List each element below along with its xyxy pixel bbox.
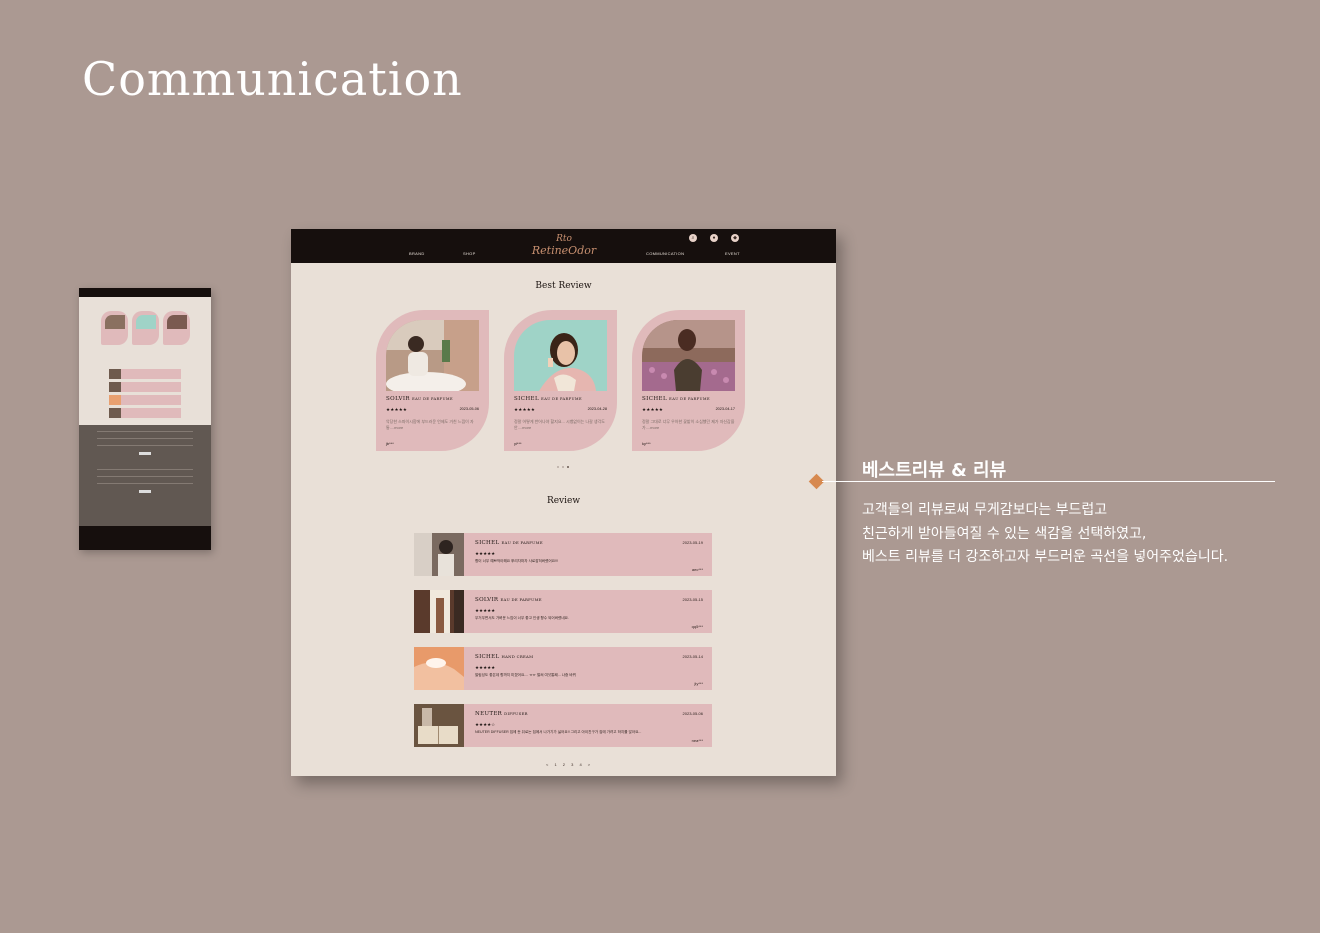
thumbnail-card xyxy=(131,311,159,345)
review-thumb xyxy=(414,533,464,576)
review-text: 발림성도 좋은데 향까지 미쳤어요.... ㅠㅠ 벌써 여섯통째... 나중 바… xyxy=(475,673,576,677)
review-thumb xyxy=(414,647,464,690)
full-page-thumbnail xyxy=(79,288,211,550)
review-date: 2023-05-15 xyxy=(682,597,703,602)
product-name: SOLVIR EAU DE PARFUME xyxy=(386,396,453,402)
nav-communication[interactable]: COMMUNICATION xyxy=(646,251,684,256)
nav-shop[interactable]: SHOP xyxy=(463,251,476,256)
cart-icon[interactable]: ◆ xyxy=(731,234,739,242)
reviewer-id: qq5*** xyxy=(691,624,703,629)
review-thumb xyxy=(414,590,464,633)
product-name: SOLVIR EAU DE PARFUME xyxy=(475,597,542,603)
page-mockup: BRAND SHOP Rto RetineOdor COMMUNICATION … xyxy=(291,229,836,776)
review-date: 2023-05-06 xyxy=(459,407,479,411)
reviewer-id: jiy*** xyxy=(694,681,703,686)
reviewer-id: ky*** xyxy=(642,441,651,446)
nav-brand[interactable]: BRAND xyxy=(409,251,425,256)
thumbnail-footer xyxy=(79,526,211,550)
review-text: NEUTER DIFFUSER 집에 둔 뒤로는 집에서 나가기가 싫어요!! … xyxy=(475,730,642,734)
user-icon[interactable]: ● xyxy=(710,234,718,242)
carousel-dot-active[interactable] xyxy=(567,466,569,468)
logo-text: RetineOdor xyxy=(531,244,597,257)
carousel-dot[interactable] xyxy=(562,466,564,468)
carousel-dots[interactable] xyxy=(557,466,569,468)
annotation-body: 고객들의 리뷰로써 무게감보다는 부드럽고 친근하게 받아들여질 수 있는 색감… xyxy=(862,499,1228,570)
annotation-line-2: 친근하게 받아들여질 수 있는 색감을 선택하였고, xyxy=(862,525,1147,542)
thumbnail-row xyxy=(109,408,181,418)
rating-stars: ★★★★★ xyxy=(386,407,408,412)
review-photo xyxy=(386,320,479,391)
review-date: 2023-05-14 xyxy=(682,654,703,659)
thumbnail-row xyxy=(109,382,181,392)
review-text: 정말 어떻게 반어나야 할지요... 시뱅없이는 나갈 생각도 안....mor… xyxy=(514,419,605,430)
reviewer-id: jb*** xyxy=(386,441,394,446)
review-row[interactable]: SICHEL HAND CREAM ★★★★★ 발림성도 좋은데 향까지 미쳤어… xyxy=(414,647,712,690)
logo[interactable]: Rto RetineOdor xyxy=(529,235,599,257)
review-thumb xyxy=(414,704,464,747)
review-photo xyxy=(514,320,607,391)
best-review-card[interactable]: SICHEL EAU DE PARFUME ★★★★★ 2023-04-17 정… xyxy=(632,310,745,451)
review-text: 악당한 스파이시함에 부드러운 언제도 거친 느낌이 자통....more xyxy=(386,419,474,430)
thumbnail-card xyxy=(100,311,128,345)
review-row[interactable]: SOLVIR EAU DE PARFUME ★★★★★ 무거우면서도 가벼운 느… xyxy=(414,590,712,633)
reviewer-id: nea*** xyxy=(691,738,703,743)
top-nav: BRAND SHOP Rto RetineOdor COMMUNICATION … xyxy=(291,229,836,263)
review-row[interactable]: NEUTER DIFFUSER ★★★★☆ NEUTER DIFFUSER 집에… xyxy=(414,704,712,747)
rating-stars: ★★★★★ xyxy=(475,665,496,670)
best-review-card[interactable]: SOLVIR EAU DE PARFUME ★★★★★ 2023-05-06 악… xyxy=(376,310,489,451)
rating-stars: ★★★★☆ xyxy=(475,722,496,727)
thumbnail-best-cards xyxy=(79,311,211,345)
page-heading: Communication xyxy=(82,52,463,106)
pagination[interactable]: < 1 2 3 4 > xyxy=(546,762,593,767)
product-name: SICHEL EAU DE PARFUME xyxy=(642,396,711,402)
review-text: 정말 그대로 너무 우아한 꽃밭이 소심했던 제가 자신감을 가....more xyxy=(642,419,735,430)
annotation-title: 베스트리뷰 & 리뷰 xyxy=(862,460,1007,481)
logo-mark: Rto xyxy=(556,234,572,244)
review-date: 2023-05-19 xyxy=(682,540,703,545)
carousel-dot[interactable] xyxy=(557,466,559,468)
best-review-title: Best Review xyxy=(535,281,592,291)
rating-stars: ★★★★★ xyxy=(514,407,536,412)
rating-stars: ★★★★★ xyxy=(642,407,664,412)
product-name: SICHEL HAND CREAM xyxy=(475,654,534,660)
thumbnail-row xyxy=(109,395,181,405)
reviewer-id: aec*** xyxy=(691,567,703,572)
product-name: NEUTER DIFFUSER xyxy=(475,711,528,717)
thumbnail-nav xyxy=(79,288,211,297)
thumbnail-row xyxy=(109,369,181,379)
search-icon[interactable]: ⌕ xyxy=(689,234,697,242)
best-review-card[interactable]: SICHEL EAU DE PARFUME ★★★★★ 2023-04-28 정… xyxy=(504,310,617,451)
review-date: 2023-04-17 xyxy=(715,407,735,411)
review-photo xyxy=(642,320,735,391)
rating-stars: ★★★★★ xyxy=(475,608,496,613)
review-date: 2023-05-06 xyxy=(682,711,703,716)
nav-event[interactable]: EVENT xyxy=(725,251,740,256)
product-name: SICHEL EAU DE PARFUME xyxy=(475,540,543,546)
review-text: 무거우면서도 가벼운 느낌이 너무 좋고 인생 향수 되어버렸네요. xyxy=(475,616,569,620)
review-text: 향이 너무 예쁘작아해요 뿌리자마자 사로잡혀버렸어요!!! xyxy=(475,559,559,563)
reviewer-id: yi*** xyxy=(514,441,522,446)
review-row[interactable]: SICHEL EAU DE PARFUME ★★★★★ 향이 너무 예쁘작아해요… xyxy=(414,533,712,576)
review-title: Review xyxy=(546,496,581,506)
review-date: 2023-04-28 xyxy=(587,407,607,411)
annotation-line-3: 베스트 리뷰를 더 강조하고자 부드러운 곡선을 넣어주었습니다. xyxy=(862,549,1229,565)
annotation-line-1: 고객들의 리뷰로써 무게감보다는 부드럽고 xyxy=(862,502,1108,518)
thumbnail-review-rows xyxy=(79,369,211,418)
product-name: SICHEL EAU DE PARFUME xyxy=(514,396,583,402)
rating-stars: ★★★★★ xyxy=(475,551,496,556)
thumbnail-card xyxy=(162,311,190,345)
